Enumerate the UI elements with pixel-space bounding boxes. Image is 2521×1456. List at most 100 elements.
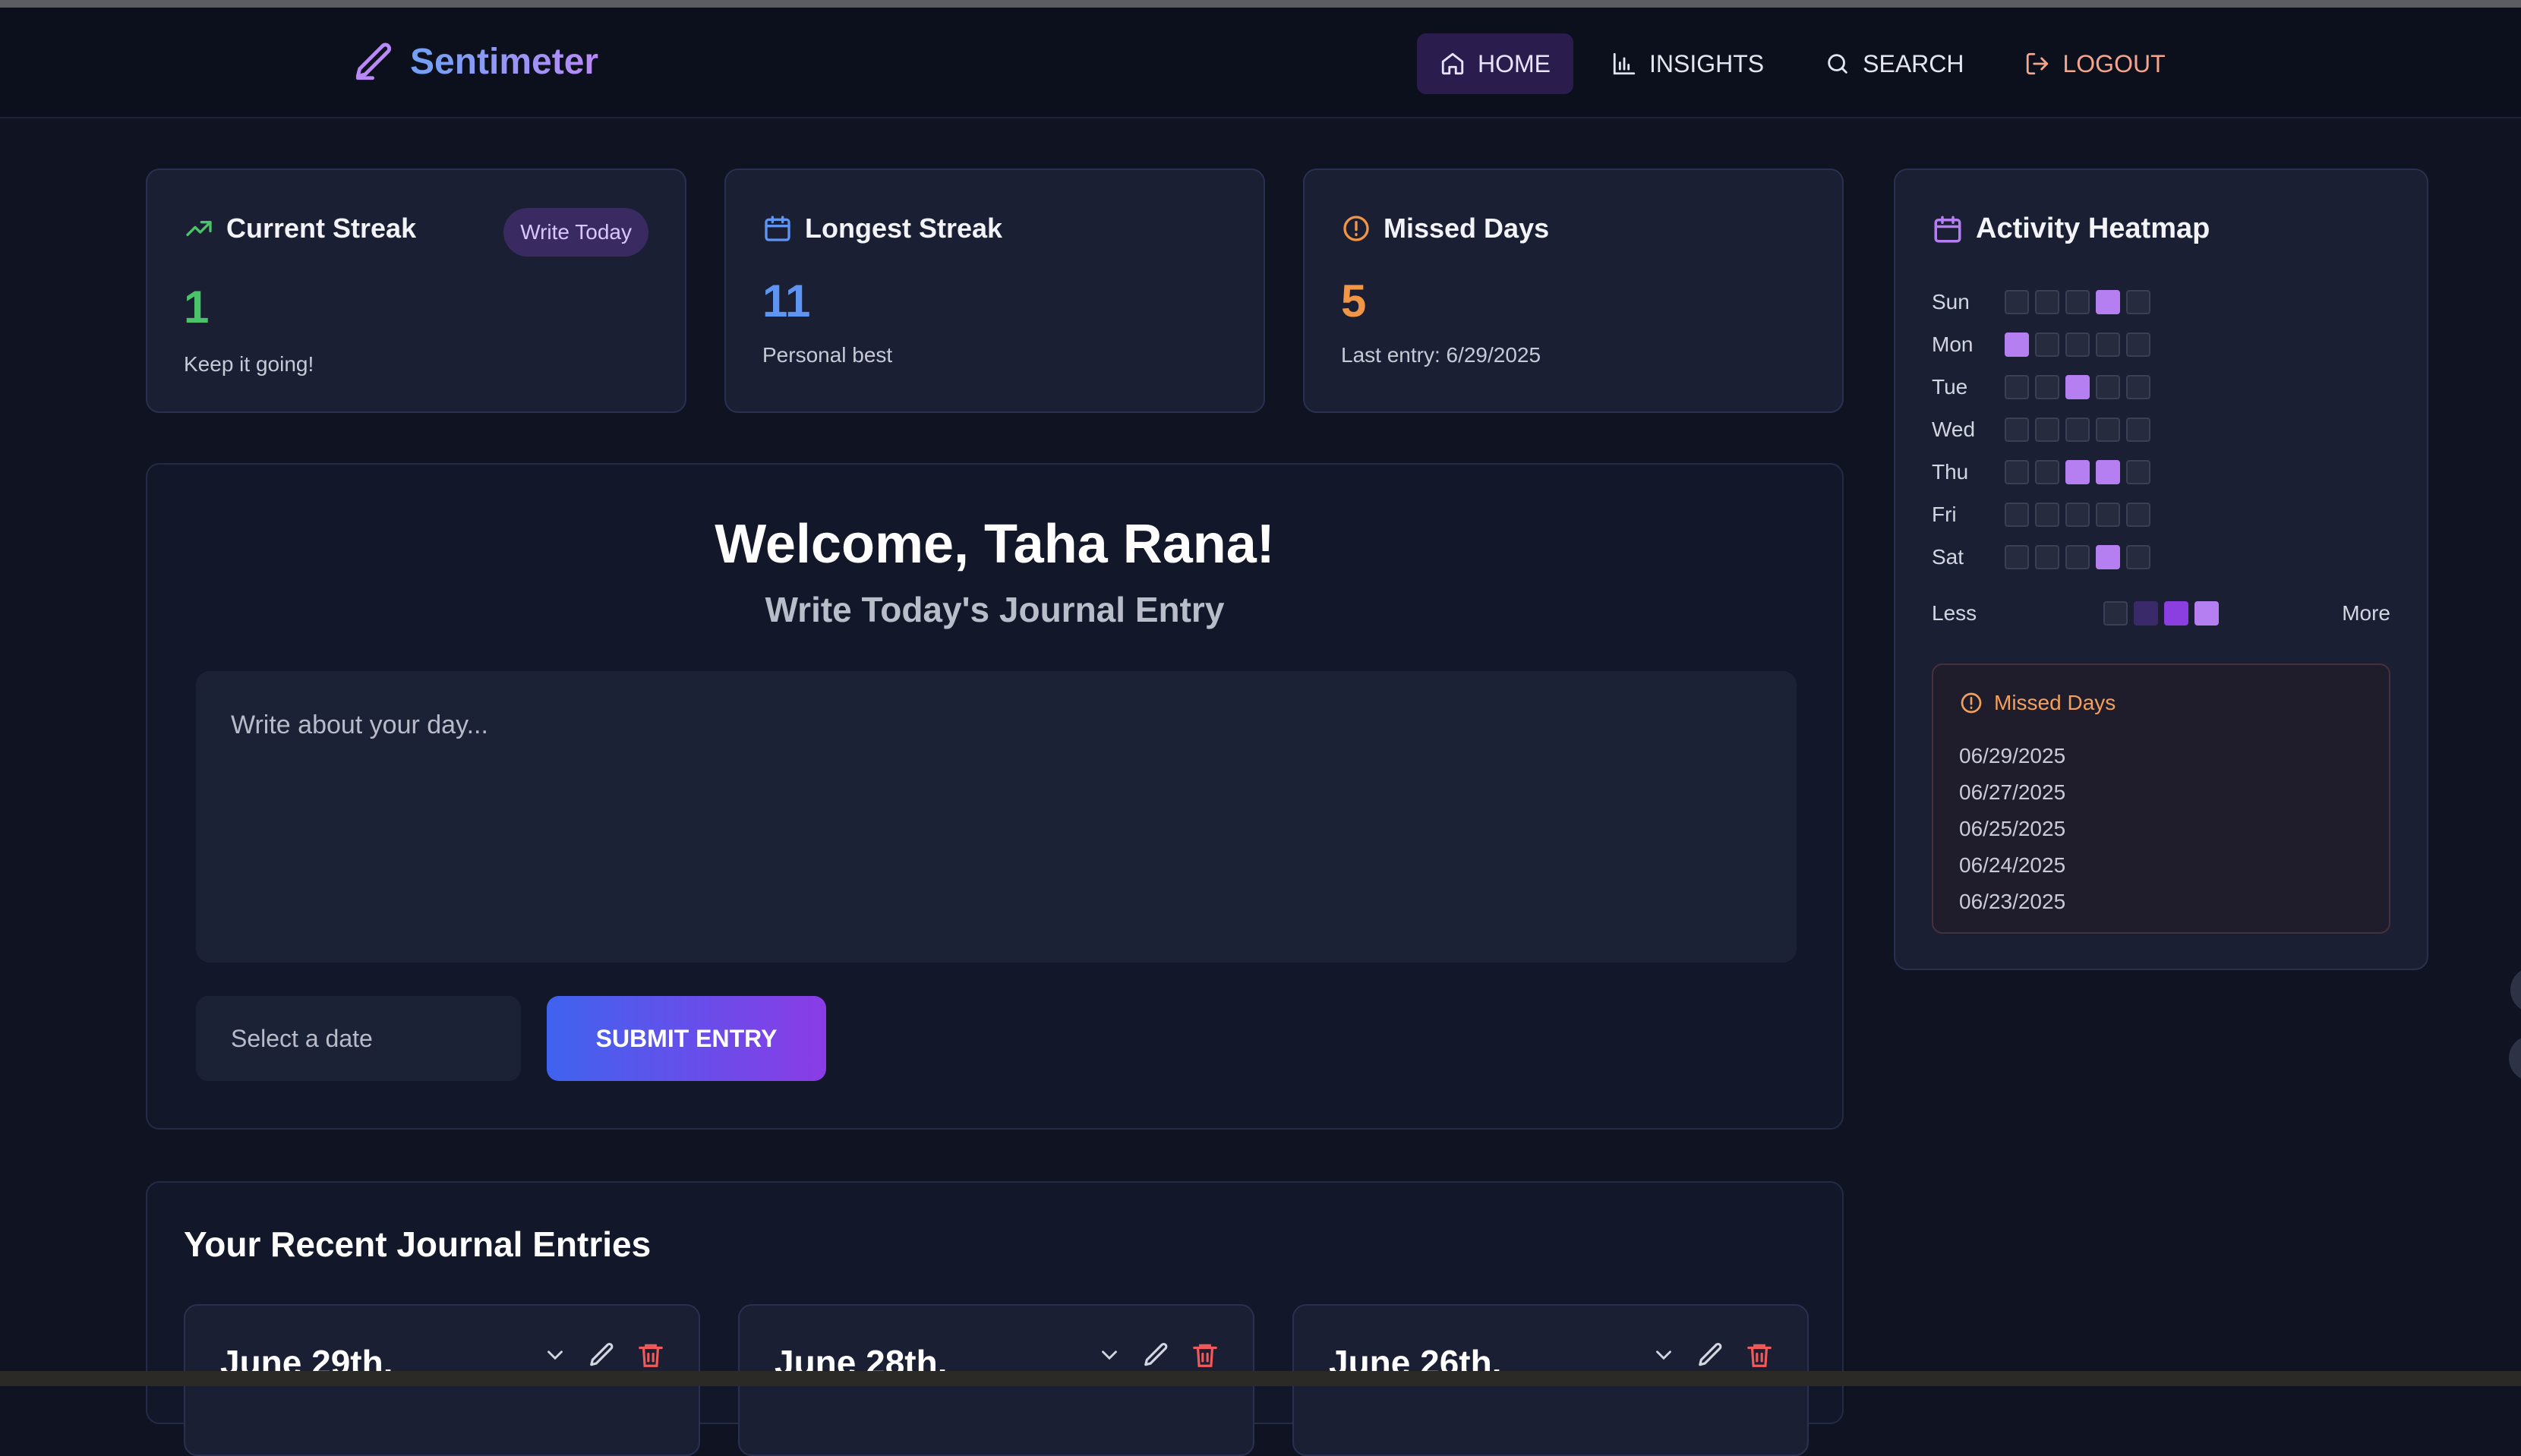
journal-entry-panel: Welcome, Taha Rana! Write Today's Journa… <box>146 463 1844 1130</box>
heatmap-row: Sun <box>1932 287 2150 317</box>
chevron-down-icon[interactable] <box>1651 1342 1677 1368</box>
heatmap-cell[interactable] <box>2065 290 2090 314</box>
heatmap-cell[interactable] <box>2005 503 2029 527</box>
date-input[interactable] <box>196 996 521 1081</box>
heatmap-day-label: Sun <box>1932 290 1970 314</box>
missed-days-sub: Last entry: 6/29/2025 <box>1341 343 1541 367</box>
longest-streak-card: Longest Streak 11 Personal best <box>724 169 1265 413</box>
welcome-title: Welcome, Taha Rana! <box>715 514 1275 575</box>
longest-streak-value: 11 <box>762 276 811 326</box>
heatmap-row: Sat <box>1932 542 2150 572</box>
home-icon <box>1441 52 1464 75</box>
heatmap-cell[interactable] <box>2096 375 2120 399</box>
missed-days-list-box: Missed Days 06/29/2025 06/27/2025 06/25/… <box>1932 663 2390 934</box>
heatmap-cell[interactable] <box>2065 418 2090 442</box>
heatmap-cell[interactable] <box>2126 418 2150 442</box>
edit-pencil-icon[interactable] <box>1696 1341 1725 1369</box>
heatmap-cell[interactable] <box>2126 503 2150 527</box>
heatmap-cell-active[interactable] <box>2096 290 2120 314</box>
heatmap-cells <box>2005 418 2150 442</box>
search-icon <box>1828 54 1847 74</box>
heatmap-legend: Less More <box>1932 598 2390 629</box>
chevron-down-icon[interactable] <box>542 1342 568 1368</box>
nav-home[interactable]: HOME <box>1417 33 1573 94</box>
heatmap-cell[interactable] <box>2035 290 2059 314</box>
heatmap-row: Wed <box>1932 414 2150 445</box>
heatmap-cell[interactable] <box>2005 375 2029 399</box>
nav-logout[interactable]: LOGOUT <box>2002 33 2188 94</box>
heatmap-cells <box>2005 460 2150 484</box>
heatmap-cell[interactable] <box>2005 290 2029 314</box>
trash-icon[interactable] <box>636 1341 665 1369</box>
chevron-down-icon[interactable] <box>1096 1342 1122 1368</box>
edit-pencil-icon[interactable] <box>588 1341 617 1369</box>
missed-date: 06/29/2025 <box>1959 744 2066 767</box>
heatmap-cell[interactable] <box>2065 332 2090 357</box>
main-nav: HOME INSIGHTS SEARCH LOGOUT <box>1417 33 2188 94</box>
missed-date: 06/23/2025 <box>1959 890 2066 913</box>
nav-logout-label: LOGOUT <box>2062 49 2166 77</box>
heatmap-cell[interactable] <box>2096 418 2120 442</box>
heatmap-cell[interactable] <box>2126 375 2150 399</box>
longest-streak-title: Longest Streak <box>762 213 1002 244</box>
heatmap-cell[interactable] <box>2126 332 2150 357</box>
heatmap-cell[interactable] <box>2035 545 2059 569</box>
logout-icon <box>2027 52 2049 75</box>
nav-insights-label: INSIGHTS <box>1649 49 1765 77</box>
write-today-badge[interactable]: Write Today <box>503 208 648 257</box>
heatmap-cell-active[interactable] <box>2065 460 2090 484</box>
heatmap-cells <box>2005 290 2150 314</box>
nav-home-label: HOME <box>1478 49 1551 77</box>
brand-name: Sentimeter <box>410 41 599 82</box>
bar-chart-icon <box>1613 52 1636 75</box>
heatmap-cell[interactable] <box>2035 332 2059 357</box>
heatmap-cell[interactable] <box>2126 290 2150 314</box>
heatmap-day-label: Thu <box>1932 460 1969 484</box>
edit-pencil-icon[interactable] <box>1142 1341 1171 1369</box>
side-scroll-handle[interactable] <box>2510 967 2521 1013</box>
missed-date: 06/24/2025 <box>1959 853 2066 877</box>
recent-entries-panel: Your Recent Journal Entries June 29th. J… <box>146 1181 1844 1456</box>
heatmap-row: Tue <box>1932 372 2150 402</box>
heatmap-cells <box>2005 545 2150 569</box>
heatmap-title-label: Activity Heatmap <box>1976 213 2210 244</box>
current-streak-title: Current Streak <box>184 213 416 244</box>
trash-icon[interactable] <box>1191 1341 1219 1369</box>
trash-icon[interactable] <box>1745 1341 1774 1369</box>
heatmap-cell-active[interactable] <box>2005 332 2029 357</box>
heatmap-cell[interactable] <box>2005 418 2029 442</box>
heatmap-cells <box>2005 503 2150 527</box>
heatmap-cell-active[interactable] <box>2096 460 2120 484</box>
missed-days-title: Missed Days <box>1341 213 1549 244</box>
heatmap-day-label: Tue <box>1932 375 1968 399</box>
heatmap-cell[interactable] <box>2126 545 2150 569</box>
missed-days-list: 06/29/2025 06/27/2025 06/25/2025 06/24/2… <box>1959 738 2065 920</box>
missed-days-list-title: Missed Days <box>1994 691 2116 714</box>
heatmap-cell[interactable] <box>2126 460 2150 484</box>
heatmap-day-label: Wed <box>1932 418 1976 441</box>
legend-swatch <box>2194 601 2219 626</box>
heatmap-cell-active[interactable] <box>2096 545 2120 569</box>
side-scroll-handle[interactable] <box>2509 1035 2521 1081</box>
heatmap-cell[interactable] <box>2035 503 2059 527</box>
heatmap-cell[interactable] <box>2035 375 2059 399</box>
nav-insights[interactable]: INSIGHTS <box>1589 33 1787 94</box>
heatmap-cell[interactable] <box>2005 545 2029 569</box>
heatmap-cell[interactable] <box>2065 545 2090 569</box>
heatmap-cell[interactable] <box>2005 460 2029 484</box>
heatmap-cell[interactable] <box>2096 332 2120 357</box>
journal-entry-textarea[interactable] <box>196 671 1797 963</box>
heatmap-cell[interactable] <box>2035 418 2059 442</box>
brand[interactable]: Sentimeter <box>352 39 598 84</box>
heatmap-cell-active[interactable] <box>2065 375 2090 399</box>
heatmap-cell[interactable] <box>2065 503 2090 527</box>
submit-entry-button[interactable]: SUBMIT ENTRY <box>547 996 826 1081</box>
heatmap-day-label: Sat <box>1932 545 1964 569</box>
legend-swatch <box>2164 601 2188 626</box>
nav-search[interactable]: SEARCH <box>1802 33 1986 94</box>
legend-swatch <box>2103 601 2128 626</box>
missed-days-value: 5 <box>1341 276 1367 326</box>
heatmap-cell[interactable] <box>2035 460 2059 484</box>
heatmap-day-label: Fri <box>1932 503 1957 526</box>
heatmap-cell[interactable] <box>2096 503 2120 527</box>
